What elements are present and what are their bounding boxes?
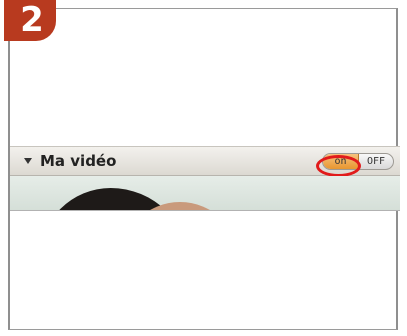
my-video-panel-header[interactable]: Ma vidéo on OFF <box>10 146 400 176</box>
panel-title: Ma vidéo <box>40 152 117 170</box>
step-number-badge: 2 <box>4 0 56 41</box>
collapse-triangle-icon[interactable] <box>24 158 32 164</box>
video-on-off-toggle[interactable]: on OFF <box>322 153 394 170</box>
toggle-on-button[interactable]: on <box>323 154 359 169</box>
video-preview <box>10 176 400 211</box>
toggle-off-button[interactable]: OFF <box>359 154 393 169</box>
